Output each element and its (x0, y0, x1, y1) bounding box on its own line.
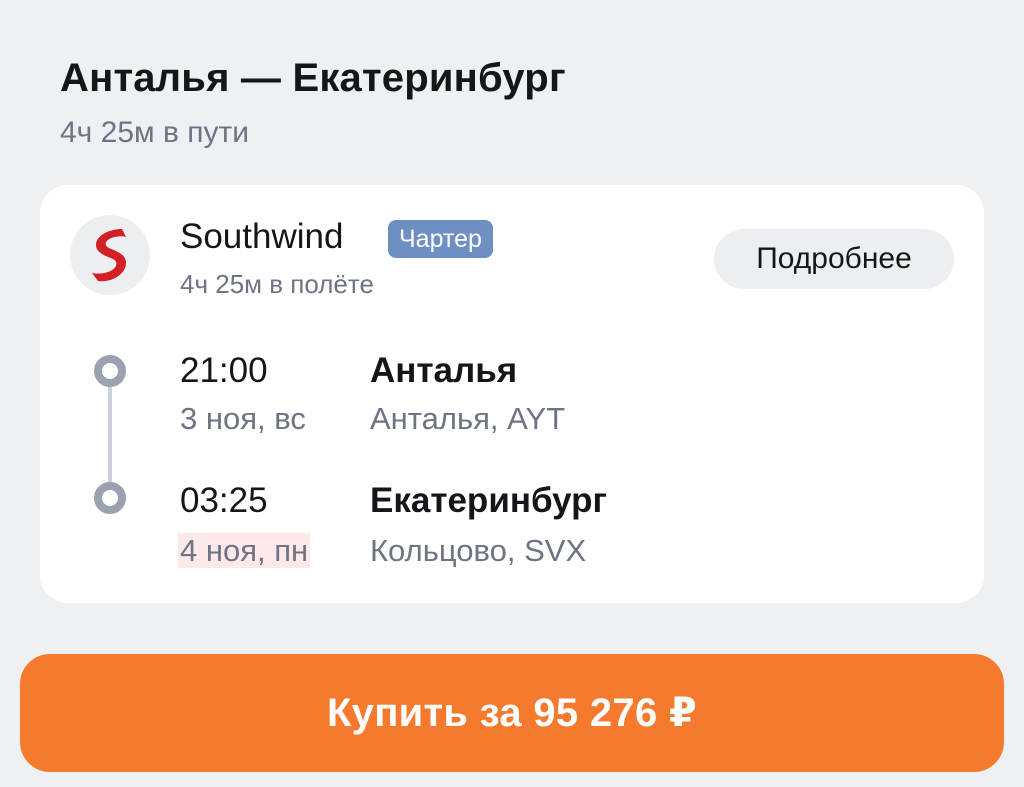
buy-button[interactable]: Купить за 95 276 ₽ (20, 654, 1004, 772)
charter-badge: Чартер (388, 220, 493, 258)
southwind-logo-icon (70, 215, 150, 295)
departure-time: 21:00 (180, 351, 268, 390)
arrival-dot-icon (94, 482, 126, 514)
route-title: Анталья — Екатеринбург (60, 56, 566, 100)
flight-duration: 4ч 25м в полёте (180, 269, 374, 299)
arrival-city: Екатеринбург (370, 481, 608, 520)
arrival-airport: Кольцово, SVX (370, 533, 587, 568)
arrival-date-wrapper: 4 ноя, пн (178, 533, 311, 569)
arrival-time: 03:25 (180, 481, 268, 520)
timeline-line (108, 381, 112, 497)
departure-date: 3 ноя, вс (180, 401, 306, 436)
departure-airport: Анталья, AYT (370, 401, 566, 436)
arrival-date: 4 ноя, пн (178, 533, 311, 568)
departure-city: Анталья (370, 351, 518, 390)
departure-dot-icon (94, 355, 126, 387)
route-total-duration: 4ч 25м в пути (60, 116, 249, 149)
flight-card: Southwind Чартер 4ч 25м в полёте Подробн… (40, 185, 984, 603)
airline-name: Southwind (180, 217, 344, 256)
details-button[interactable]: Подробнее (714, 229, 954, 289)
